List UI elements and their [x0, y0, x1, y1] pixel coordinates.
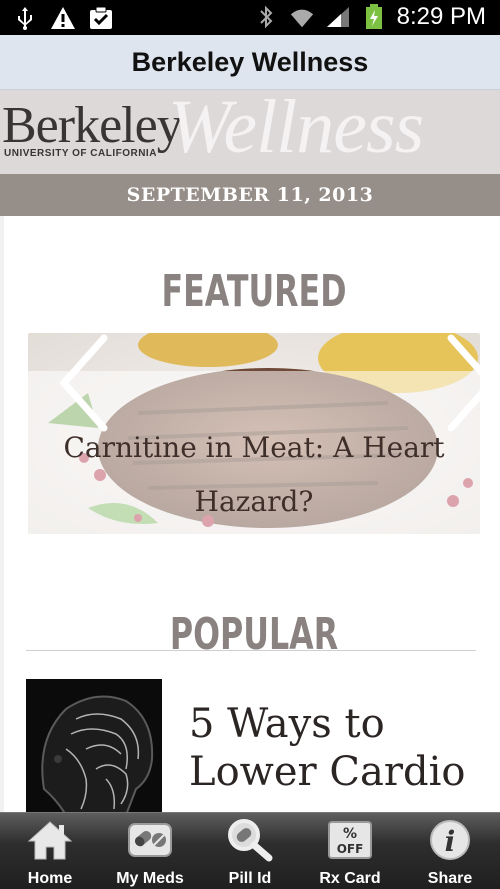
current-date: SEPTEMBER 11, 2013: [126, 184, 374, 206]
date-bar: SEPTEMBER 11, 2013: [0, 174, 500, 216]
section-divider: [26, 650, 476, 651]
bluetooth-icon: [253, 4, 279, 30]
svg-text:i: i: [445, 825, 456, 858]
pills-icon: [126, 818, 174, 862]
nav-rx-card-label: Rx Card: [319, 870, 381, 887]
nav-pill-id-label: Pill Id: [228, 870, 272, 887]
nav-my-meds-label: My Meds: [116, 870, 184, 887]
magnifier-pill-icon: [226, 818, 274, 862]
signal-icon: [325, 4, 351, 30]
status-bar: 8:29 PM: [0, 0, 500, 35]
featured-article-title[interactable]: Carnitine in Meat: A Heart Hazard?: [28, 421, 480, 529]
nav-rx-card[interactable]: % OFF Rx Card: [300, 813, 400, 889]
logo-wellness-text: Wellness: [168, 90, 424, 169]
svg-text:%: %: [343, 826, 357, 842]
wifi-icon: [289, 4, 315, 30]
main-content[interactable]: FEATURED Carnitine in Meat: A Heart Haza…: [0, 216, 500, 812]
bottom-navigation: Home My Meds Pill Id % OFF Rx Card i Sha…: [0, 812, 500, 889]
nav-home-label: Home: [27, 870, 73, 887]
nav-my-meds[interactable]: My Meds: [100, 813, 200, 889]
info-icon: i: [426, 818, 474, 862]
nav-pill-id[interactable]: Pill Id: [200, 813, 300, 889]
percent-off-icon: % OFF: [326, 818, 374, 862]
nav-share[interactable]: i Share: [400, 813, 500, 889]
status-time: 8:29 PM: [396, 3, 486, 30]
popular-item-thumbnail[interactable]: [26, 679, 162, 812]
brain-scan-image: [26, 679, 162, 812]
warning-icon: [50, 5, 76, 31]
chevron-right-icon[interactable]: [443, 333, 480, 433]
battery-charging-icon: [361, 4, 387, 30]
svg-text:OFF: OFF: [337, 842, 364, 856]
usb-icon: [12, 5, 38, 31]
app-title-bar: Berkeley Wellness: [0, 35, 500, 90]
featured-heading: FEATURED: [161, 266, 347, 317]
nav-share-label: Share: [427, 870, 473, 887]
clipboard-check-icon: [88, 5, 114, 31]
logo-university-text: UNIVERSITY OF CALIFORNIA: [4, 148, 157, 159]
chevron-left-icon[interactable]: [52, 333, 112, 433]
app-title: Berkeley Wellness: [131, 46, 369, 77]
popular-heading: POPULAR: [169, 609, 339, 660]
logo-berkeley-text: Berkeley: [2, 97, 183, 154]
featured-slide[interactable]: Carnitine in Meat: A Heart Hazard?: [28, 333, 480, 534]
berkeley-wellness-logo: Berkeley UNIVERSITY OF CALIFORNIA Wellne…: [0, 90, 500, 174]
nav-home[interactable]: Home: [0, 813, 100, 889]
popular-article-title[interactable]: 5 Ways to Lower Cardio: [189, 700, 489, 796]
home-icon: [26, 818, 74, 862]
